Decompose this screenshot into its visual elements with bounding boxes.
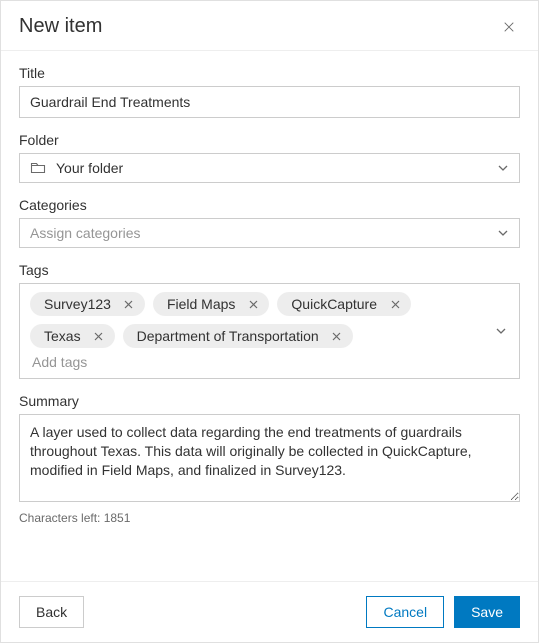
close-icon <box>391 300 400 309</box>
close-icon <box>332 332 341 341</box>
characters-left: Characters left: 1851 <box>19 511 520 525</box>
back-button[interactable]: Back <box>19 596 84 628</box>
categories-field: Categories Assign categories <box>19 197 520 248</box>
tag-label: Field Maps <box>167 296 235 312</box>
tag-chip: QuickCapture <box>277 292 411 316</box>
tag-chip: Survey123 <box>30 292 145 316</box>
close-icon <box>94 332 103 341</box>
chevron-down-icon <box>495 325 507 337</box>
dialog-title: New item <box>19 15 102 38</box>
dialog-body: Title Folder Your folder Categories Assi… <box>1 51 538 581</box>
folder-field: Folder Your folder <box>19 132 520 183</box>
dialog-footer: Back Cancel Save <box>1 581 538 642</box>
close-icon <box>124 300 133 309</box>
tag-label: Texas <box>44 328 81 344</box>
cancel-button[interactable]: Cancel <box>366 596 444 628</box>
tag-label: QuickCapture <box>291 296 377 312</box>
tags-field: Tags Survey123 Field Maps QuickCapture Texa… <box>19 262 520 379</box>
tags-expand[interactable] <box>495 325 507 337</box>
tags-box[interactable]: Survey123 Field Maps QuickCapture Texas Depa… <box>19 283 520 379</box>
tag-remove[interactable] <box>91 328 107 344</box>
close-icon <box>249 300 258 309</box>
folder-select[interactable]: Your folder <box>19 153 520 183</box>
folder-icon <box>30 160 46 176</box>
tag-remove[interactable] <box>245 296 261 312</box>
folder-label: Folder <box>19 132 520 148</box>
categories-select[interactable]: Assign categories <box>19 218 520 248</box>
summary-textarea[interactable] <box>19 414 520 502</box>
title-label: Title <box>19 65 520 81</box>
save-button[interactable]: Save <box>454 596 520 628</box>
add-tags-input[interactable]: Add tags <box>30 348 509 372</box>
tag-remove[interactable] <box>387 296 403 312</box>
summary-label: Summary <box>19 393 520 409</box>
close-button[interactable] <box>498 16 520 38</box>
tag-label: Department of Transportation <box>137 328 319 344</box>
folder-value: Your folder <box>56 160 123 176</box>
tags-row: Survey123 Field Maps QuickCapture Texas Depa… <box>30 292 509 348</box>
chevron-down-icon <box>497 162 509 174</box>
new-item-dialog: New item Title Folder Your folder Catego… <box>0 0 539 643</box>
tag-chip: Department of Transportation <box>123 324 353 348</box>
close-icon <box>504 20 514 34</box>
summary-field: Summary Characters left: 1851 <box>19 393 520 525</box>
dialog-header: New item <box>1 1 538 51</box>
tag-chip: Field Maps <box>153 292 269 316</box>
chevron-down-icon <box>497 227 509 239</box>
tag-label: Survey123 <box>44 296 111 312</box>
tag-chip: Texas <box>30 324 115 348</box>
tag-remove[interactable] <box>329 328 345 344</box>
title-input[interactable] <box>19 86 520 118</box>
categories-label: Categories <box>19 197 520 213</box>
tags-label: Tags <box>19 262 520 278</box>
title-field: Title <box>19 65 520 118</box>
categories-placeholder: Assign categories <box>30 225 141 241</box>
tag-remove[interactable] <box>121 296 137 312</box>
